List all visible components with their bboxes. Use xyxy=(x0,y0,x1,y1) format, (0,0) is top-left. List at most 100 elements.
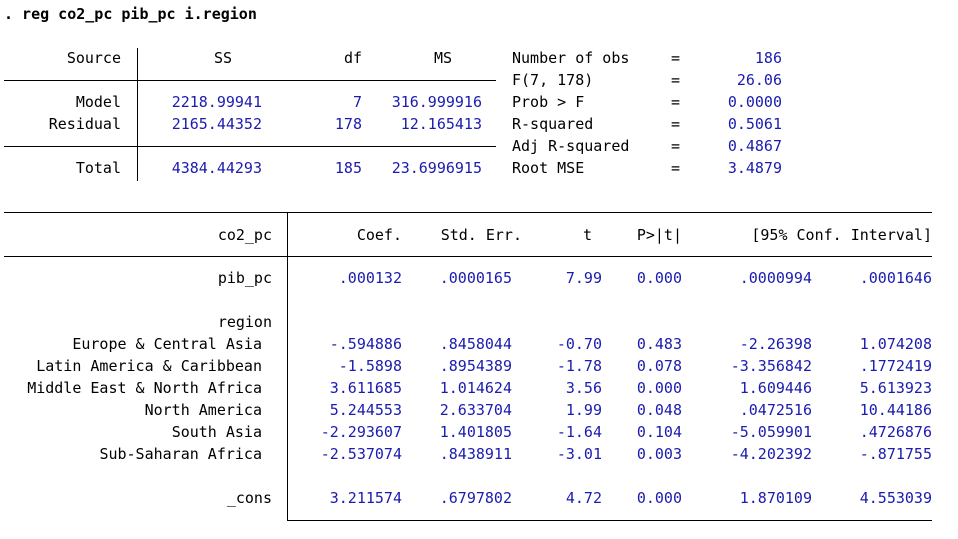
coef-bottom-rule xyxy=(287,520,932,521)
coef-header-t: t xyxy=(582,226,592,244)
coef-cell-se: .0000165 xyxy=(439,269,512,287)
coef-cell-coef: -2.293607 xyxy=(320,423,402,441)
stat-label: Root MSE xyxy=(512,159,585,177)
coef-cell-ci-lo: .0000994 xyxy=(739,269,812,287)
coef-cell-se: .8438911 xyxy=(439,445,512,463)
coef-cell-se: .8954389 xyxy=(439,357,512,375)
coef-row-label: _cons xyxy=(226,489,272,507)
coef-cell-p: 0.000 xyxy=(636,269,682,287)
coef-cell-ci-lo: -2.26398 xyxy=(739,335,812,353)
coef-cell-p: 0.000 xyxy=(636,379,682,397)
coef-cell-p: 0.000 xyxy=(636,489,682,507)
anova-header-ss: SS xyxy=(213,49,232,67)
coef-cell-ci-hi: 5.613923 xyxy=(859,379,932,397)
command-line: . reg co2_pc pib_pc i.region xyxy=(4,5,257,23)
coef-cell-t: -1.64 xyxy=(556,423,602,441)
coef-header-se: Std. Err. xyxy=(440,226,522,244)
coef-row-label: North America xyxy=(144,401,262,419)
stat-value: 0.4867 xyxy=(727,137,782,155)
anova-row-label: Residual xyxy=(48,115,121,133)
coef-cell-p: 0.078 xyxy=(636,357,682,375)
coef-cell-se: 1.014624 xyxy=(439,379,512,397)
coef-cell-t: 1.99 xyxy=(565,401,602,419)
coef-row-label: pib_pc xyxy=(217,269,272,287)
coef-header-rule xyxy=(4,256,932,257)
stat-label: Number of obs xyxy=(512,49,630,67)
stat-label: Adj R-squared xyxy=(512,137,630,155)
stat-eq: = xyxy=(671,71,681,89)
coef-divider xyxy=(287,212,288,520)
coef-cell-ci-hi: .4726876 xyxy=(859,423,932,441)
coef-cell-t: -3.01 xyxy=(556,445,602,463)
anova-cell-ms: 316.999916 xyxy=(391,93,482,111)
coef-row-label: Sub-Saharan Africa xyxy=(99,445,262,463)
anova-cell-ss: 2165.44352 xyxy=(171,115,262,133)
coef-cell-ci-hi: .1772419 xyxy=(859,357,932,375)
coef-header-coef: Coef. xyxy=(356,226,402,244)
coef-cell-ci-hi: .0001646 xyxy=(859,269,932,287)
anova-header-source: Source xyxy=(66,49,121,67)
anova-header-rule xyxy=(4,80,496,81)
coef-cell-se: 1.401805 xyxy=(439,423,512,441)
coef-cell-p: 0.048 xyxy=(636,401,682,419)
coef-cell-se: .8458044 xyxy=(439,335,512,353)
coef-row-label: Middle East & North Africa xyxy=(27,379,262,397)
anova-divider xyxy=(137,48,138,181)
coef-cell-ci-hi: -.871755 xyxy=(859,445,932,463)
stat-eq: = xyxy=(671,115,681,133)
anova-row-label: Model xyxy=(75,93,121,111)
coef-cell-t: 4.72 xyxy=(565,489,602,507)
stat-value: 3.4879 xyxy=(727,159,782,177)
anova-cell-df: 7 xyxy=(352,93,362,111)
coef-cell-coef: -2.537074 xyxy=(320,445,402,463)
anova-header-ms: MS xyxy=(433,49,452,67)
coef-cell-p: 0.003 xyxy=(636,445,682,463)
coef-cell-se: .6797802 xyxy=(439,489,512,507)
coef-cell-t: -1.78 xyxy=(556,357,602,375)
anova-cell-ms: 23.6996915 xyxy=(391,159,482,177)
coef-cell-ci-lo: -5.059901 xyxy=(730,423,812,441)
anova-cell-df: 178 xyxy=(334,115,362,133)
coef-cell-ci-hi: 10.44186 xyxy=(859,401,932,419)
stat-eq: = xyxy=(671,159,681,177)
coef-cell-coef: 3.611685 xyxy=(329,379,402,397)
coef-cell-coef: 5.244553 xyxy=(329,401,402,419)
coef-row-label: South Asia xyxy=(171,423,262,441)
anova-row-label: Total xyxy=(75,159,121,177)
stat-eq: = xyxy=(671,93,681,111)
stat-label: Prob > F xyxy=(512,93,585,111)
coef-header-p: P>|t| xyxy=(636,226,682,244)
stat-eq: = xyxy=(671,137,681,155)
stat-label: F(7, 178) xyxy=(512,71,594,89)
coef-cell-coef: -1.5898 xyxy=(338,357,402,375)
anova-cell-df: 185 xyxy=(334,159,362,177)
anova-cell-ms: 12.165413 xyxy=(400,115,482,133)
coef-top-rule xyxy=(4,212,932,213)
coef-cell-t: -0.70 xyxy=(556,335,602,353)
coef-header-depvar: co2_pc xyxy=(217,226,272,244)
coef-row-label: region xyxy=(217,313,272,331)
coef-cell-se: 2.633704 xyxy=(439,401,512,419)
stat-label: R-squared xyxy=(512,115,594,133)
coef-row-label: Latin America & Caribbean xyxy=(36,357,262,375)
coef-cell-p: 0.104 xyxy=(636,423,682,441)
coef-cell-ci-lo: 1.609446 xyxy=(739,379,812,397)
coef-cell-coef: .000132 xyxy=(338,269,402,287)
stat-value: 186 xyxy=(754,49,782,67)
coef-cell-ci-lo: .0472516 xyxy=(739,401,812,419)
stat-eq: = xyxy=(671,49,681,67)
coef-row-label: Europe & Central Asia xyxy=(72,335,262,353)
coef-cell-coef: -.594886 xyxy=(329,335,402,353)
coef-cell-t: 7.99 xyxy=(565,269,602,287)
anova-header-df: df xyxy=(343,49,362,67)
coef-cell-ci-hi: 1.074208 xyxy=(859,335,932,353)
coef-cell-ci-lo: -3.356842 xyxy=(730,357,812,375)
anova-total-rule xyxy=(4,146,496,147)
anova-cell-ss: 2218.99941 xyxy=(171,93,262,111)
stat-value: 0.0000 xyxy=(727,93,782,111)
coef-cell-ci-lo: -4.202392 xyxy=(730,445,812,463)
coef-cell-p: 0.483 xyxy=(636,335,682,353)
coef-cell-coef: 3.211574 xyxy=(329,489,402,507)
coef-cell-t: 3.56 xyxy=(565,379,602,397)
stat-value: 26.06 xyxy=(736,71,782,89)
